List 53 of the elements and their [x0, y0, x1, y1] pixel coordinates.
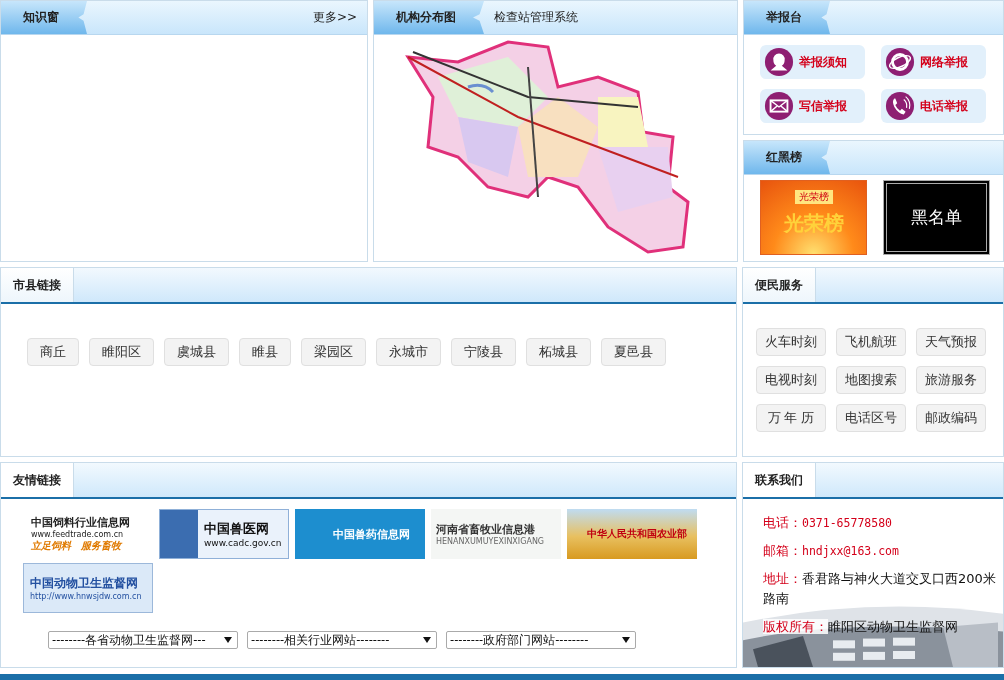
link-banner[interactable]: 河南省畜牧业信息港 HENANXUMUYEXINXIGANG: [431, 509, 561, 559]
service-button[interactable]: 旅游服务: [916, 366, 986, 394]
contact-line: 地址：香君路与神火大道交叉口西200米路南: [763, 570, 997, 608]
caret-icon: [423, 637, 431, 643]
county-link-button[interactable]: 睢县: [239, 338, 291, 366]
county-link-button[interactable]: 睢阳区: [89, 338, 154, 366]
link-banner[interactable]: 中国动物卫生监督网 http://www.hnwsjdw.com.cn: [23, 563, 153, 613]
globe-icon: [885, 47, 915, 77]
county-link-button[interactable]: 永城市: [376, 338, 441, 366]
dropdown[interactable]: --------政府部门网站--------: [446, 631, 636, 649]
panel-title: 联系我们: [743, 463, 816, 497]
report-button[interactable]: 电话举报: [881, 89, 986, 123]
service-button[interactable]: 电视时刻: [756, 366, 826, 394]
contact-line: 电话：0371-65778580: [763, 514, 893, 532]
service-button[interactable]: 邮政编码: [916, 404, 986, 432]
county-link-button[interactable]: 商丘: [27, 338, 79, 366]
county-link-button[interactable]: 宁陵县: [451, 338, 516, 366]
report-button[interactable]: 举报须知: [760, 45, 865, 79]
contact-line: 邮箱：hndjxx@163.com: [763, 542, 900, 560]
envelope-icon: [764, 91, 794, 121]
service-button[interactable]: 火车时刻: [756, 328, 826, 356]
panel-title: 举报台: [744, 1, 830, 34]
honor-roll-link[interactable]: 光荣榜 光荣榜: [760, 180, 867, 255]
link-banner[interactable]: 中华人民共和国农业部: [567, 509, 697, 559]
panel-title: 红黑榜: [744, 141, 830, 174]
caret-icon: [622, 637, 630, 643]
panel-subtitle: 检查站管理系统: [494, 9, 578, 26]
service-button[interactable]: 万 年 历: [756, 404, 826, 432]
service-button[interactable]: 飞机航班: [836, 328, 906, 356]
panel-title: 市县链接: [1, 268, 74, 302]
county-link-button[interactable]: 夏邑县: [601, 338, 666, 366]
county-link-button[interactable]: 虞城县: [164, 338, 229, 366]
link-banner[interactable]: 中国兽医网 www.cadc.gov.cn: [159, 509, 289, 559]
contact-line: 版权所有：睢阳区动物卫生监督网: [763, 618, 959, 636]
dropdown[interactable]: --------相关行业网站--------: [247, 631, 437, 649]
blacklist-link[interactable]: 黑名单: [883, 180, 990, 255]
panel-title: 知识窗: [1, 1, 87, 34]
phone-icon: [885, 91, 915, 121]
panel-title: 友情链接: [1, 463, 74, 497]
person-icon: [764, 47, 794, 77]
service-button[interactable]: 天气预报: [916, 328, 986, 356]
panel-title: 机构分布图: [374, 1, 484, 34]
service-button[interactable]: 电话区号: [836, 404, 906, 432]
report-button[interactable]: 网络举报: [881, 45, 986, 79]
service-button[interactable]: 地图搜索: [836, 366, 906, 394]
more-link[interactable]: 更多>>: [312, 9, 357, 26]
caret-icon: [224, 637, 232, 643]
dropdown[interactable]: --------各省动物卫生监督网---: [48, 631, 238, 649]
county-link-button[interactable]: 柘城县: [526, 338, 591, 366]
report-button[interactable]: 写信举报: [760, 89, 865, 123]
link-banner[interactable]: 中国兽药信息网: [295, 509, 425, 559]
county-link-button[interactable]: 梁园区: [301, 338, 366, 366]
panel-title: 便民服务: [743, 268, 816, 302]
